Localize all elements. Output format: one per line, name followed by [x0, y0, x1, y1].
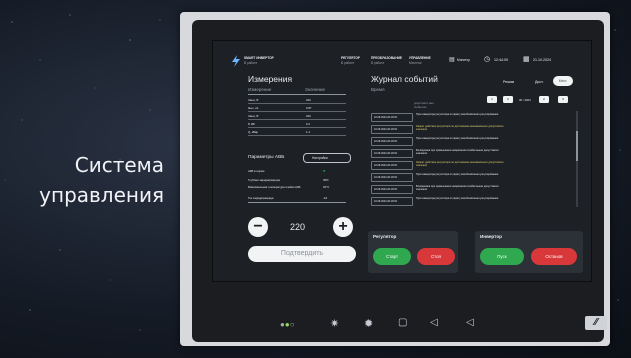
avr-settings-label: Настройки — [312, 156, 328, 160]
status-control-title: УПРАВЛЕНИЕ — [409, 56, 431, 60]
meas-row-name: Q, кВар — [248, 130, 258, 134]
event-text: Пуск инвертора регулятора по факту возоб… — [416, 137, 499, 140]
meas-row-name: Iвых, кА — [248, 106, 259, 110]
event-time-box: 10.06.2024 20:18:34 — [371, 173, 413, 182]
filter-date[interactable]: 30 / 2024 — [519, 98, 531, 102]
journal-col-event: Событие — [414, 105, 427, 109]
meas-row-value: 0.2 — [306, 122, 310, 126]
meas-row-value: 220 — [306, 114, 311, 118]
meas-row-value: 220 — [306, 98, 311, 102]
monitor-icon[interactable]: ▤ — [449, 56, 455, 63]
mode-value: Дист. — [535, 80, 544, 84]
avr-ok-indicator: ● — [323, 168, 326, 173]
event-text: Пуск инвертора регулятора по факту возоб… — [416, 173, 499, 176]
lightning-logo-icon — [231, 55, 241, 67]
event-time-box: 10.06.2024 20:18:34 — [371, 125, 413, 134]
calendar-date: 21.10.2024 — [533, 58, 551, 62]
avr-title: Параметры АВБ — [248, 155, 285, 160]
monitor-label[interactable]: Монитор — [457, 58, 470, 62]
caption-line-1: Система — [74, 153, 164, 177]
meas-row-name: Uвых, В — [248, 98, 259, 102]
filter-chip[interactable]: 2 — [539, 96, 549, 103]
status-conversion-title: ПРЕОБРАЗОВАНИЕ — [371, 56, 403, 60]
measurements-title: Измерения — [248, 74, 293, 84]
event-text-warning: Запрет действия регулятора по достижению… — [416, 161, 504, 167]
event-text: Пуск инвертора регулятора по факту возоб… — [416, 197, 499, 200]
event-text: Блокировка при превышении напряжения яче… — [416, 185, 499, 191]
meas-row-value: 0.87 — [306, 106, 312, 110]
event-time-box: 10.06.2024 20:18:34 — [371, 185, 413, 194]
setpoint-value[interactable]: 220 — [290, 222, 305, 232]
app-status: В работе — [244, 61, 258, 65]
decrease-button[interactable]: − — [248, 217, 268, 237]
clock-time: 12:44:09 — [494, 58, 508, 62]
event-time-box: 10.06.2024 20:18:34 — [371, 149, 413, 158]
avr-row-value: 32°C — [323, 185, 330, 189]
clock-icon: ◷ — [484, 56, 491, 63]
inverter-stop-button[interactable]: Останов — [531, 248, 577, 265]
avr-row-name: АКБ в норме — [248, 169, 265, 173]
meas-row-name: P, кВт — [248, 122, 256, 126]
avr-settings-button[interactable]: Настройки — [303, 153, 351, 163]
inverter-title: Инвертор — [480, 234, 502, 239]
avr-row-value: 45% — [323, 178, 329, 182]
status-regulator-title: РЕГУЛЯТОР — [341, 56, 360, 60]
measurements-col-value: Значение — [305, 87, 325, 92]
confirm-button[interactable]: Подтвердить — [248, 246, 356, 262]
regulator-stop-button[interactable]: Стоп — [417, 248, 455, 265]
calendar-icon: ▦ — [523, 56, 530, 63]
brightness-high-icon[interactable]: ✹ — [364, 317, 373, 330]
regulator-title: Регулятор — [373, 234, 397, 239]
status-control-value: Местное — [409, 61, 422, 65]
filter-chip[interactable]: 1 — [487, 96, 497, 103]
inverter-start-button[interactable]: Пуск — [480, 248, 524, 265]
event-time-box: 10.06.2024 20:18:34 — [371, 197, 413, 206]
meas-row-name: Uвых, В — [248, 114, 259, 118]
avr-row-value: -44 — [323, 196, 328, 200]
event-time-box: 10.06.2024 20:18:34 — [371, 137, 413, 146]
brand-logo-icon: ⁄⁄ — [585, 316, 607, 330]
event-text: Блокировка при превышении напряжения яче… — [416, 149, 499, 155]
brightness-low-icon[interactable]: ✷ — [330, 317, 339, 330]
mode-label: Режим — [503, 80, 515, 84]
measurements-divider — [248, 94, 346, 95]
scrollbar-thumb[interactable] — [576, 131, 578, 161]
meas-row-value: 1.4 — [306, 130, 310, 134]
avr-row-name: Максимальная температура ячейки АКБ — [248, 185, 301, 189]
event-list-scrollbar[interactable] — [576, 111, 578, 207]
caption-line-2: управления — [39, 183, 164, 207]
journal-title: Журнал событий — [371, 74, 438, 84]
volume-down-icon[interactable]: ◁ — [430, 317, 438, 328]
status-regulator-value: В работе — [341, 61, 355, 65]
measurements-col-param: Измерение — [248, 87, 272, 92]
event-time-box: 10.06.2024 20:18:34 — [371, 113, 413, 122]
regulator-start-button[interactable]: Старт — [373, 248, 411, 265]
filter-chip[interactable]: 3 — [558, 96, 568, 103]
event-time-box: 10.06.2024 20:18:34 — [371, 161, 413, 170]
status-conversion-value: В работе — [371, 61, 385, 65]
avr-row-name: Глубина заряда/разряда — [248, 178, 280, 182]
page-dots-icon[interactable]: ●●○ — [280, 320, 295, 329]
window-icon[interactable]: ▢ — [398, 317, 407, 328]
section-caption: Система управления — [14, 150, 164, 210]
avr-row-name: Ток заряда/разряда — [248, 196, 274, 200]
app-name: SMART ИНВЕРТОР — [244, 56, 274, 60]
increase-button[interactable]: + — [333, 217, 353, 237]
volume-up-icon[interactable]: ◁ — [466, 317, 474, 328]
event-text: Пуск инвертора регулятора по факту возоб… — [416, 113, 499, 116]
mode-toggle[interactable]: Мест. — [553, 76, 573, 86]
hmi-screen: SMART ИНВЕРТОР В работе РЕГУЛЯТОР В рабо… — [212, 40, 592, 282]
event-text-warning: Запрет действия регулятора по достижению… — [416, 125, 504, 131]
filter-chip[interactable]: 2 — [503, 96, 513, 103]
journal-col-time: Время — [371, 87, 385, 92]
